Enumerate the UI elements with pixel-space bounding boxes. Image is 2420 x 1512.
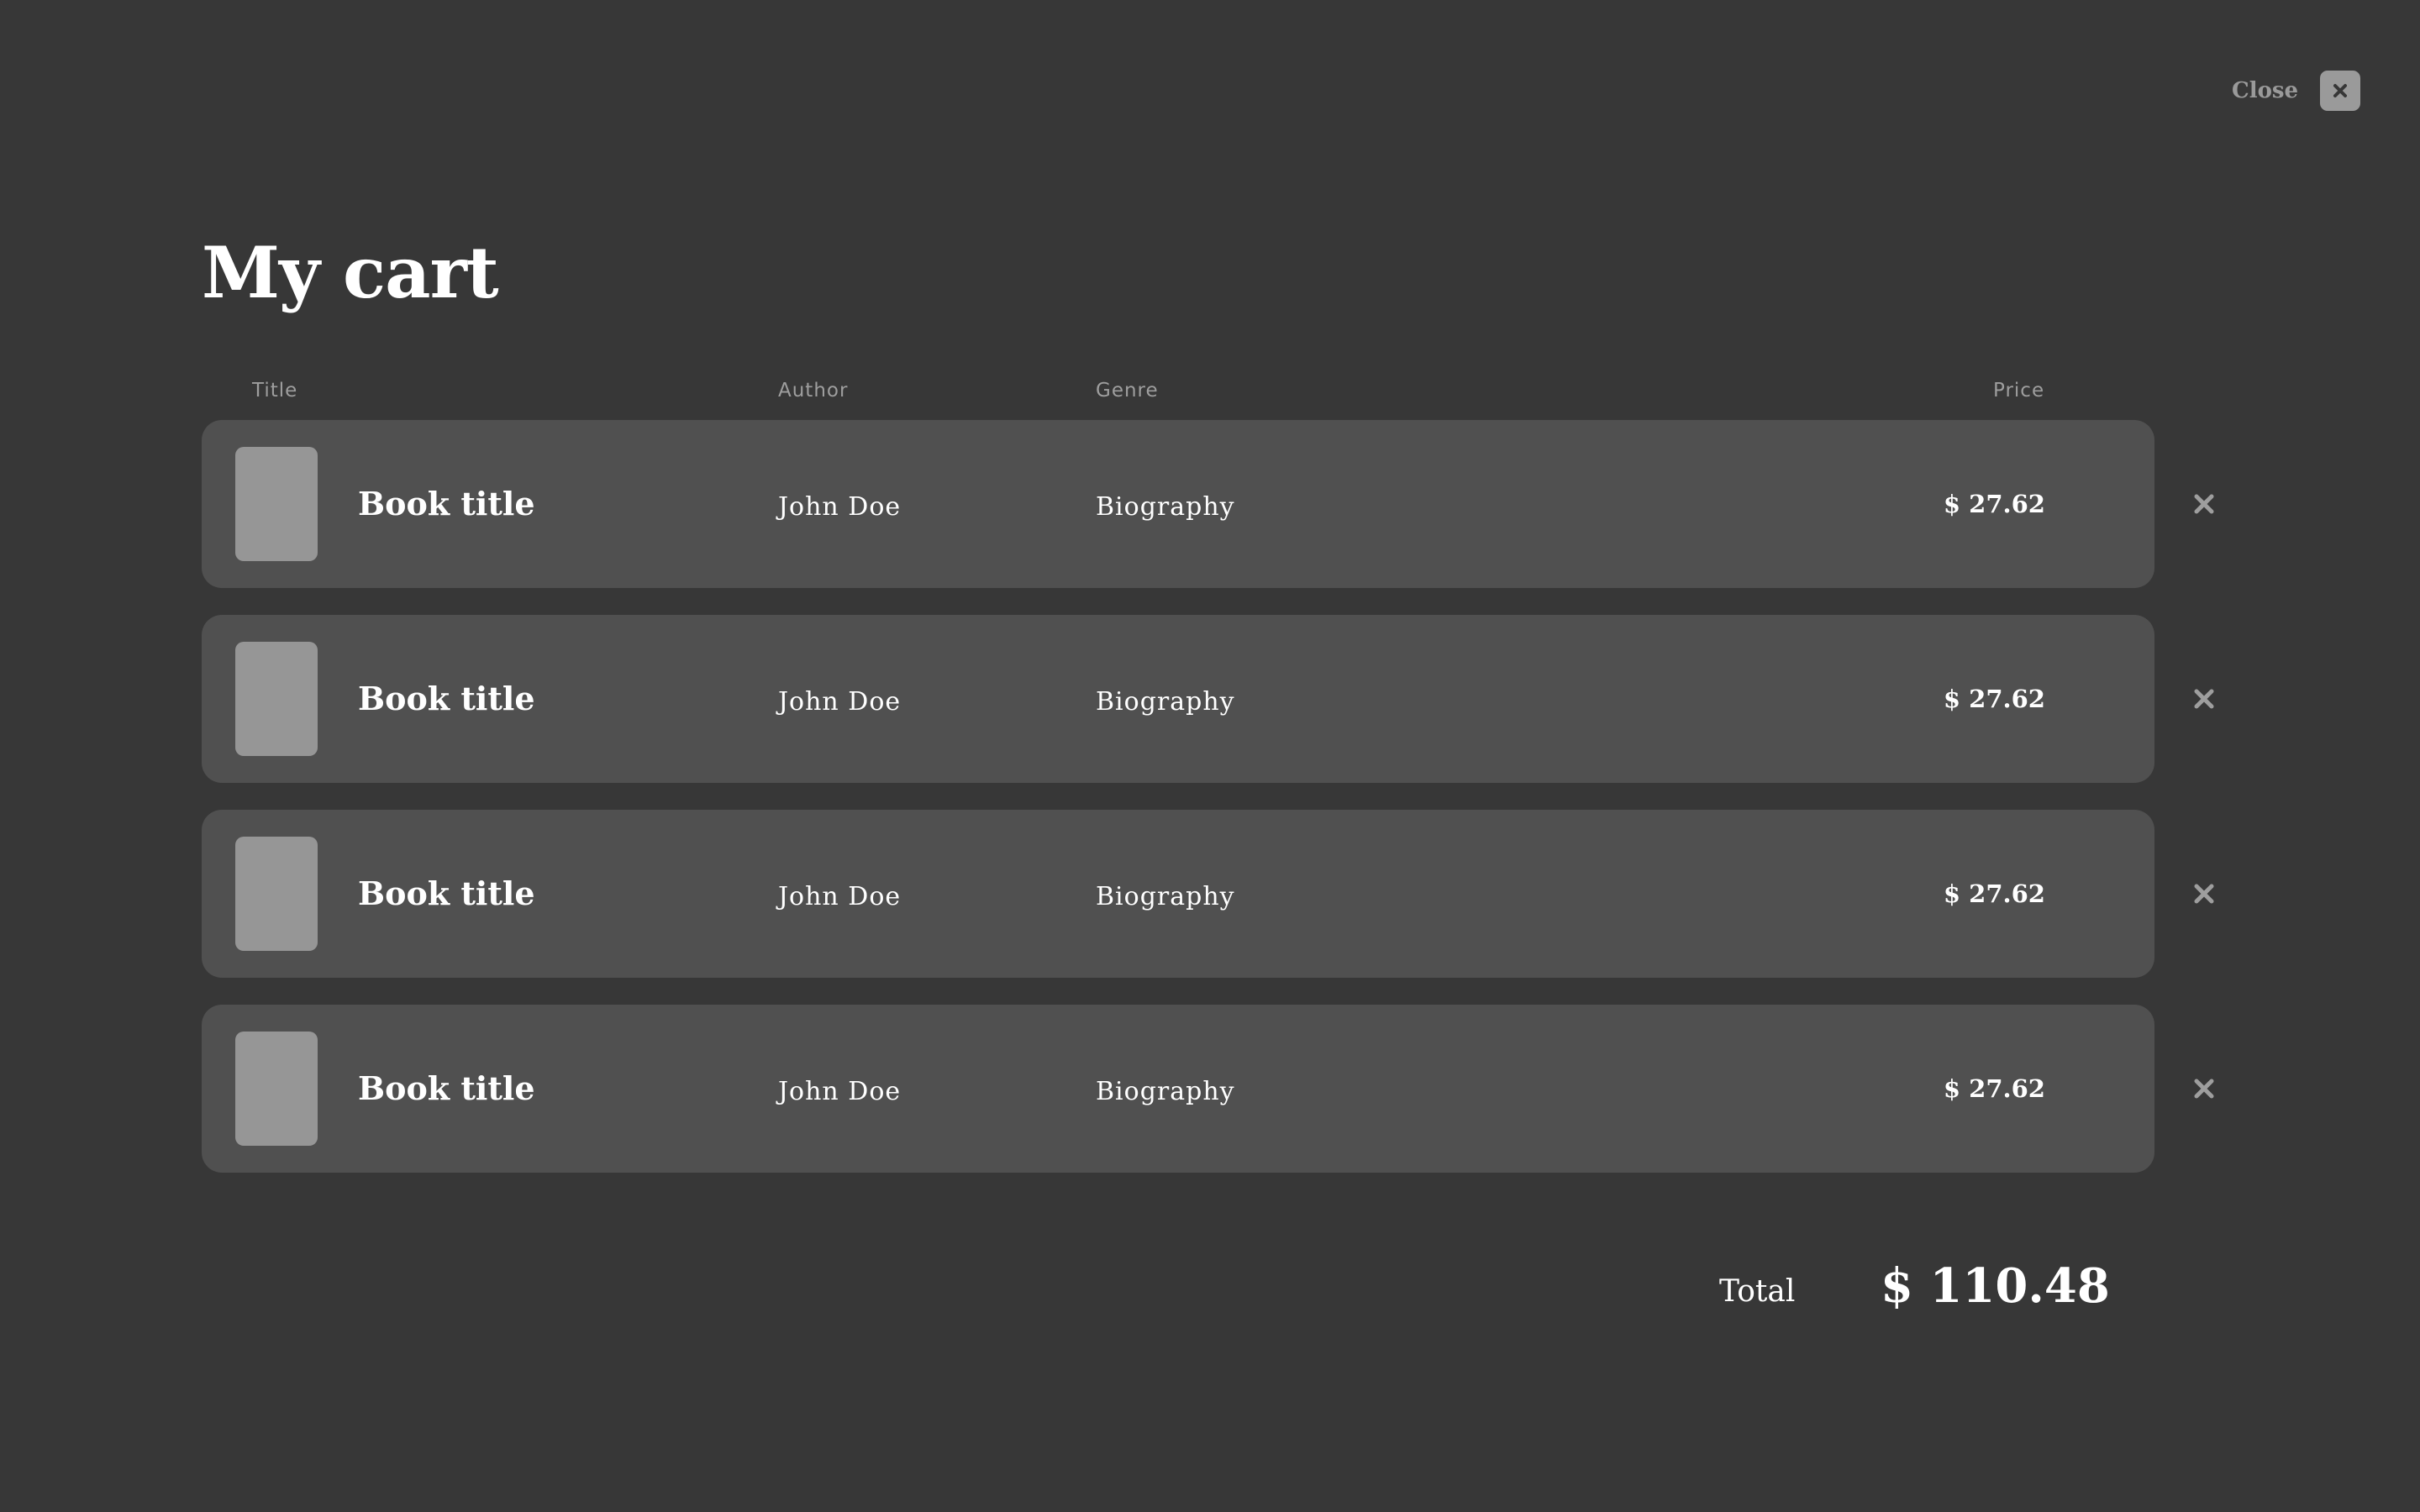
column-header-author: Author [778, 380, 849, 402]
remove-item-button[interactable] [2188, 488, 2220, 520]
cart-row: Book title John Doe Biography $ 27.62 [202, 615, 2154, 783]
book-genre: Biography [1096, 1077, 1235, 1106]
book-author: John Doe [778, 492, 902, 522]
book-cover-image [235, 447, 318, 561]
book-title[interactable]: Book title [358, 874, 535, 914]
cart-row: Book title John Doe Biography $ 27.62 [202, 420, 2154, 588]
book-title[interactable]: Book title [358, 484, 535, 524]
book-title[interactable]: Book title [358, 1068, 535, 1109]
book-price: $ 27.62 [1943, 685, 2045, 713]
total-label: Total [1719, 1274, 1796, 1309]
book-price: $ 27.62 [1943, 490, 2045, 518]
column-header-price: Price [1993, 380, 2045, 402]
book-author: John Doe [778, 882, 902, 911]
cart-row: Book title John Doe Biography $ 27.62 [202, 1005, 2154, 1173]
total-value: $ 110.48 [1881, 1258, 2110, 1314]
close-icon [2194, 884, 2214, 904]
book-cover-image [235, 1032, 318, 1146]
close-button[interactable] [2320, 71, 2361, 111]
cart-row: Book title John Doe Biography $ 27.62 [202, 810, 2154, 978]
book-genre: Biography [1096, 492, 1235, 522]
column-header-title: Title [252, 380, 298, 402]
column-header-genre: Genre [1096, 380, 1159, 402]
close-icon [2333, 84, 2348, 97]
book-cover-image [235, 642, 318, 756]
book-cover-image [235, 837, 318, 951]
close-label[interactable]: Close [2232, 78, 2298, 103]
close-icon [2194, 689, 2214, 709]
page-title: My cart [202, 231, 499, 314]
remove-item-button[interactable] [2188, 878, 2220, 910]
close-control[interactable]: Close [2232, 71, 2361, 111]
book-title[interactable]: Book title [358, 679, 535, 719]
book-author: John Doe [778, 687, 902, 717]
book-price: $ 27.62 [1943, 879, 2045, 908]
remove-item-button[interactable] [2188, 1073, 2220, 1105]
book-price: $ 27.62 [1943, 1074, 2045, 1103]
close-icon [2194, 494, 2214, 514]
close-icon [2194, 1079, 2214, 1099]
book-genre: Biography [1096, 882, 1235, 911]
book-author: John Doe [778, 1077, 902, 1106]
remove-item-button[interactable] [2188, 683, 2220, 715]
book-genre: Biography [1096, 687, 1235, 717]
